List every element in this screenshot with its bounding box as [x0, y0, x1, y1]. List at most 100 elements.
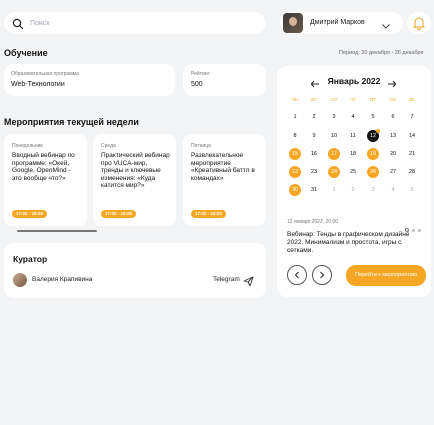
calendar-day-number: 18 [349, 151, 357, 157]
calendar-day[interactable]: 23 [308, 166, 320, 178]
calendar-day[interactable]: 6 [387, 111, 399, 123]
calendar-day[interactable]: 21 [406, 148, 418, 160]
prev-event-button[interactable] [287, 265, 307, 285]
calendar-day[interactable]: 12 [367, 129, 380, 142]
calendar-day[interactable]: 25 [347, 166, 359, 178]
weekday-label: ВС [408, 97, 416, 102]
calendar-day-number: 16 [310, 151, 318, 157]
calendar-day-number: 24 [330, 169, 338, 175]
event-time-badge: 17:00 - 18:00 [101, 210, 137, 218]
calendar-day-number: 26 [369, 169, 377, 175]
calendar-day-number: 22 [291, 169, 299, 175]
calendar-day-number: 31 [310, 187, 318, 193]
calendar-day-number: 27 [389, 169, 397, 175]
calendar-day[interactable]: 9 [308, 130, 320, 142]
calendar-day[interactable]: 31 [308, 184, 320, 196]
calendar-day[interactable]: 13 [387, 130, 399, 142]
calendar-day[interactable]: 1 [289, 111, 301, 123]
calendar-day[interactable]: 10 [328, 130, 340, 142]
calendar-day[interactable]: 22 [289, 166, 301, 178]
event-title: Развлекательное мероприятие «Креативный … [191, 152, 255, 182]
education-title: Обучение [4, 48, 48, 58]
search-input[interactable] [30, 16, 250, 30]
calendar-day[interactable]: 1 [328, 184, 340, 196]
notifications-button[interactable] [407, 12, 431, 34]
event-time-badge: 17:00 - 18:00 [12, 210, 48, 218]
weekday-label: ПТ [370, 97, 376, 102]
calendar-day-number: 5 [371, 114, 375, 120]
calendar-day[interactable]: 20 [387, 148, 399, 160]
calendar-day-number: 7 [410, 114, 414, 120]
events-scrollbar[interactable] [17, 230, 97, 232]
go-to-event-button[interactable]: Перейти к мероприятию [346, 265, 426, 286]
calendar-day[interactable]: 11 [347, 130, 359, 142]
calendar-day[interactable]: 18 [347, 148, 359, 160]
search-icon [12, 17, 24, 30]
event-description: Вебинар: Тенды в графическом дизайне 202… [287, 231, 410, 254]
calendar-day[interactable]: 14 [406, 130, 418, 142]
event-title: Вводный вебинар по программе: «Окей, Goo… [12, 152, 75, 182]
event-card[interactable]: Пятница Развлекательное мероприятие «Кре… [183, 134, 266, 226]
calendar-day-number: 8 [293, 133, 297, 139]
calendar-day[interactable]: 5 [367, 111, 379, 123]
calendar-day[interactable]: 24 [328, 166, 340, 178]
telegram-link[interactable]: Telegram [213, 276, 240, 283]
calendar-day-number: 15 [291, 151, 299, 157]
calendar-day-number: 12 [369, 133, 377, 139]
calendar-day[interactable]: 26 [367, 166, 379, 178]
calendar-day[interactable]: 2 [308, 111, 320, 123]
calendar-day-number: 4 [351, 114, 355, 120]
event-title: Практический вебинар про VUCA-мир, тренд… [101, 152, 170, 190]
calendar-day[interactable]: 27 [387, 166, 399, 178]
calendar-day[interactable]: 28 [406, 166, 418, 178]
chevron-right-icon [320, 271, 325, 279]
rating-label: Рейтинг: [191, 71, 211, 77]
calendar-day-number: 6 [391, 114, 395, 120]
calendar-day-number: 23 [310, 169, 318, 175]
calendar-day-number: 2 [351, 187, 355, 193]
events-title: Мероприятия текущей недели [4, 117, 139, 127]
event-card[interactable]: Среда Практический вебинар про VUCA-мир,… [93, 134, 176, 226]
event-card[interactable]: Понедельник Вводный вебинар по программе… [4, 134, 87, 226]
calendar-day-number: 13 [389, 133, 397, 139]
calendar-day[interactable]: 15 [289, 148, 301, 160]
curator-card: Куратор Валерия Крапивина Telegram [4, 243, 266, 298]
calendar-day-number: 30 [291, 187, 299, 193]
weekday-label: СБ [389, 97, 397, 102]
calendar-day-number: 17 [330, 151, 338, 157]
calendar-day-number: 11 [350, 133, 356, 139]
event-day: Понедельник [12, 143, 43, 149]
calendar-day-number: 1 [293, 114, 297, 120]
user-menu[interactable]: Дмитрий Марков [280, 12, 403, 34]
curator-name: Валерия Крапивина [32, 276, 93, 283]
calendar-day-number: 19 [369, 151, 377, 157]
event-time-badge: 17:00 - 18:00 [191, 210, 227, 218]
next-month-arrow-icon[interactable] [387, 76, 397, 88]
calendar-day-number: 4 [391, 187, 395, 193]
next-event-button[interactable] [312, 265, 332, 285]
selected-datetime: 12 января 2022, 20:00 [287, 219, 339, 225]
rating-value: 500 [191, 81, 203, 88]
program-value: Web-Технологии [11, 81, 65, 88]
calendar-day[interactable]: 17 [328, 148, 340, 160]
calendar-day-number: 9 [312, 133, 316, 139]
calendar-day[interactable]: 3 [367, 184, 379, 196]
calendar-day[interactable]: 4 [387, 184, 399, 196]
chevron-down-icon[interactable] [381, 18, 391, 29]
program-card: Образовательная программа Web-Технологии [4, 64, 175, 96]
calendar-day[interactable]: 8 [289, 130, 301, 142]
calendar-day[interactable]: 2 [347, 184, 359, 196]
calendar-day-number: 20 [389, 151, 397, 157]
calendar-day[interactable]: 19 [367, 148, 379, 160]
calendar-day[interactable]: 3 [328, 111, 340, 123]
calendar-day[interactable]: 4 [347, 111, 359, 123]
curator-avatar [13, 273, 27, 287]
search-bar[interactable] [4, 12, 266, 34]
calendar-day[interactable]: 7 [406, 111, 418, 123]
calendar-day[interactable]: 16 [308, 148, 320, 160]
send-icon[interactable] [243, 274, 254, 292]
calendar-day-number: 14 [408, 133, 416, 139]
weekday-label: ПН [291, 97, 299, 102]
calendar-day[interactable]: 30 [289, 184, 301, 196]
calendar-day[interactable]: 5 [406, 184, 418, 196]
